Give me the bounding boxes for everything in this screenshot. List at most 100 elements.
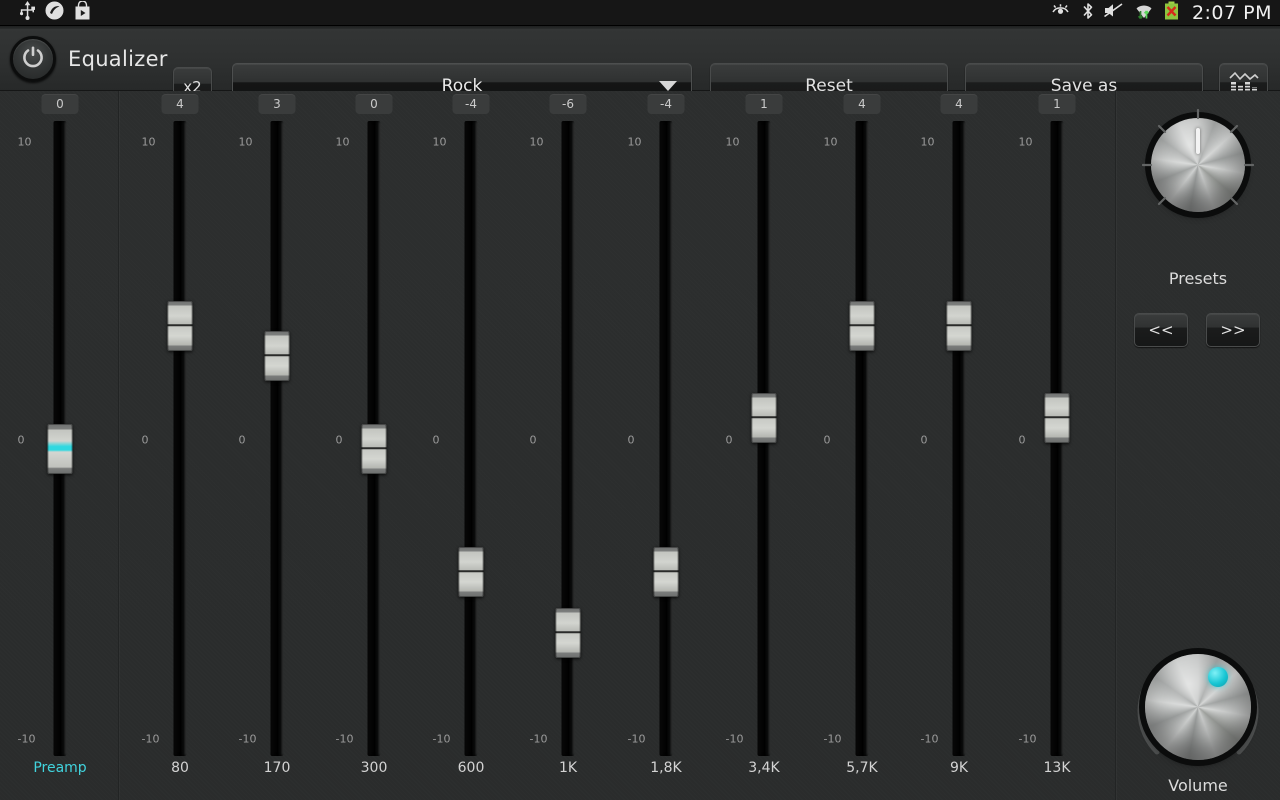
slider-value-badge-preamp: 0 bbox=[42, 94, 79, 114]
presets-knob-ticks bbox=[1142, 109, 1254, 221]
slider-track-1,8K[interactable] bbox=[660, 121, 673, 756]
scale-tick-mid-3,4K: 0 bbox=[726, 434, 733, 447]
status-bar-left-icons bbox=[8, 1, 91, 24]
page-title: Equalizer bbox=[68, 47, 168, 71]
slider-value-badge-1,8K: -4 bbox=[648, 94, 685, 114]
scale-tick-top-1K: 10 bbox=[530, 136, 544, 149]
app-circle-icon bbox=[45, 1, 64, 24]
slider-label-170: 170 bbox=[264, 760, 291, 776]
scale-tick-mid-preamp: 0 bbox=[18, 434, 25, 447]
scale-tick-top-9K: 10 bbox=[921, 136, 935, 149]
scale-tick-mid-600: 0 bbox=[433, 434, 440, 447]
slider-track-9K[interactable] bbox=[953, 121, 966, 756]
status-bar: 2:07 PM bbox=[0, 0, 1280, 26]
wifi-data-icon bbox=[1133, 2, 1155, 24]
usb-icon bbox=[20, 1, 35, 24]
scale-tick-top-170: 10 bbox=[239, 136, 253, 149]
battery-error-icon bbox=[1164, 1, 1179, 24]
slider-thumb-300[interactable] bbox=[362, 424, 387, 474]
scale-tick-top-13K: 10 bbox=[1019, 136, 1033, 149]
scale-tick-bottom-13K: -10 bbox=[1019, 733, 1037, 746]
scale-tick-mid-170: 0 bbox=[239, 434, 246, 447]
slider-thumb-80[interactable] bbox=[168, 301, 193, 351]
slider-label-1,8K: 1,8K bbox=[650, 760, 681, 776]
slider-column-9K: 4100-109K bbox=[911, 91, 1008, 800]
volume-label: Volume bbox=[1168, 776, 1228, 795]
slider-thumb-1,8K[interactable] bbox=[654, 547, 679, 597]
status-bar-right-icons: 2:07 PM bbox=[1051, 1, 1272, 24]
preamp-divider bbox=[118, 91, 119, 800]
slider-column-170: 3 10 0 -10 170 bbox=[229, 91, 326, 800]
scale-tick-bottom-preamp: -10 bbox=[18, 733, 36, 746]
presets-label: Presets bbox=[1169, 269, 1227, 288]
sound-muted-icon bbox=[1103, 2, 1124, 23]
scale-tick-top-3,4K: 10 bbox=[726, 136, 740, 149]
slider-label-5,7K: 5,7K bbox=[846, 760, 877, 776]
slider-value-badge-600: -4 bbox=[453, 94, 490, 114]
slider-value-badge-3,4K: 1 bbox=[746, 94, 783, 114]
play-store-icon bbox=[74, 1, 91, 24]
slider-thumb-3,4K[interactable] bbox=[752, 393, 777, 443]
power-button[interactable] bbox=[10, 36, 56, 82]
toolbar: Equalizer x2 Rock Reset Save as bbox=[0, 29, 1280, 91]
status-bar-clock: 2:07 PM bbox=[1192, 2, 1272, 24]
scale-tick-mid-9K: 0 bbox=[921, 434, 928, 447]
slider-thumb-preamp[interactable] bbox=[48, 424, 73, 474]
slider-column-600: -4100-10600 bbox=[423, 91, 520, 800]
slider-label-600: 600 bbox=[458, 760, 485, 776]
slider-track-5,7K[interactable] bbox=[856, 121, 869, 756]
slider-label-13K: 13K bbox=[1044, 760, 1071, 776]
scale-tick-top-5,7K: 10 bbox=[824, 136, 838, 149]
slider-thumb-170[interactable] bbox=[265, 331, 290, 381]
slider-thumb-13K[interactable] bbox=[1045, 393, 1070, 443]
slider-thumb-9K[interactable] bbox=[947, 301, 972, 351]
slider-column-1K: -6100-101K bbox=[520, 91, 617, 800]
slider-label-3,4K: 3,4K bbox=[748, 760, 779, 776]
volume-knob[interactable] bbox=[1135, 644, 1261, 770]
scale-tick-mid-1K: 0 bbox=[530, 434, 537, 447]
slider-track-600[interactable] bbox=[465, 121, 478, 756]
slider-label-80: 80 bbox=[171, 760, 189, 776]
slider-value-badge-300: 0 bbox=[356, 94, 393, 114]
scale-tick-top-preamp: 10 bbox=[18, 136, 32, 149]
slider-label-9K: 9K bbox=[950, 760, 968, 776]
scale-tick-mid-5,7K: 0 bbox=[824, 434, 831, 447]
scale-tick-top-300: 10 bbox=[336, 136, 350, 149]
slider-value-badge-5,7K: 4 bbox=[844, 94, 881, 114]
slider-track-80[interactable] bbox=[174, 121, 187, 756]
slider-thumb-600[interactable] bbox=[459, 547, 484, 597]
slider-column-preamp: 0 10 0 -10 Preamp bbox=[12, 91, 109, 800]
presets-knob[interactable] bbox=[1142, 109, 1254, 221]
slider-column-1,8K: -4100-101,8K bbox=[618, 91, 715, 800]
slider-value-badge-1K: -6 bbox=[550, 94, 587, 114]
slider-track-1K[interactable] bbox=[562, 121, 575, 756]
slider-value-badge-13K: 1 bbox=[1039, 94, 1076, 114]
right-panel: << >> Presets Volume bbox=[1116, 91, 1280, 800]
scale-tick-mid-300: 0 bbox=[336, 434, 343, 447]
scale-tick-mid-1,8K: 0 bbox=[628, 434, 635, 447]
slider-value-badge-80: 4 bbox=[162, 94, 199, 114]
scale-tick-bottom-80: -10 bbox=[142, 733, 160, 746]
equalizer-main-area: 0100-10Preamp4100-10803100-101700100-103… bbox=[0, 91, 1280, 800]
slider-value-badge-9K: 4 bbox=[941, 94, 978, 114]
slider-column-300: 0100-10300 bbox=[326, 91, 423, 800]
presets-next-button[interactable]: >> bbox=[1206, 313, 1260, 347]
scale-tick-bottom-170: -10 bbox=[239, 733, 257, 746]
slider-column-5,7K: 4 10 0 -10 5,7K bbox=[814, 91, 911, 800]
slider-column-80: 4100-1080 bbox=[132, 91, 229, 800]
scale-tick-bottom-5,7K: -10 bbox=[824, 733, 842, 746]
slider-value-badge-170: 3 bbox=[259, 94, 296, 114]
scale-tick-top-600: 10 bbox=[433, 136, 447, 149]
slider-thumb-1K[interactable] bbox=[556, 608, 581, 658]
scale-tick-bottom-3,4K: -10 bbox=[726, 733, 744, 746]
bluetooth-icon bbox=[1082, 2, 1094, 24]
presets-prev-button[interactable]: << bbox=[1134, 313, 1188, 347]
scale-tick-mid-80: 0 bbox=[142, 434, 149, 447]
slider-label-preamp: Preamp bbox=[33, 760, 86, 776]
slider-thumb-5,7K[interactable] bbox=[850, 301, 875, 351]
scale-tick-bottom-300: -10 bbox=[336, 733, 354, 746]
smart-stay-eye-icon bbox=[1051, 3, 1073, 22]
slider-track-170[interactable] bbox=[271, 121, 284, 756]
scale-tick-top-1,8K: 10 bbox=[628, 136, 642, 149]
chevron-down-icon bbox=[659, 81, 677, 91]
